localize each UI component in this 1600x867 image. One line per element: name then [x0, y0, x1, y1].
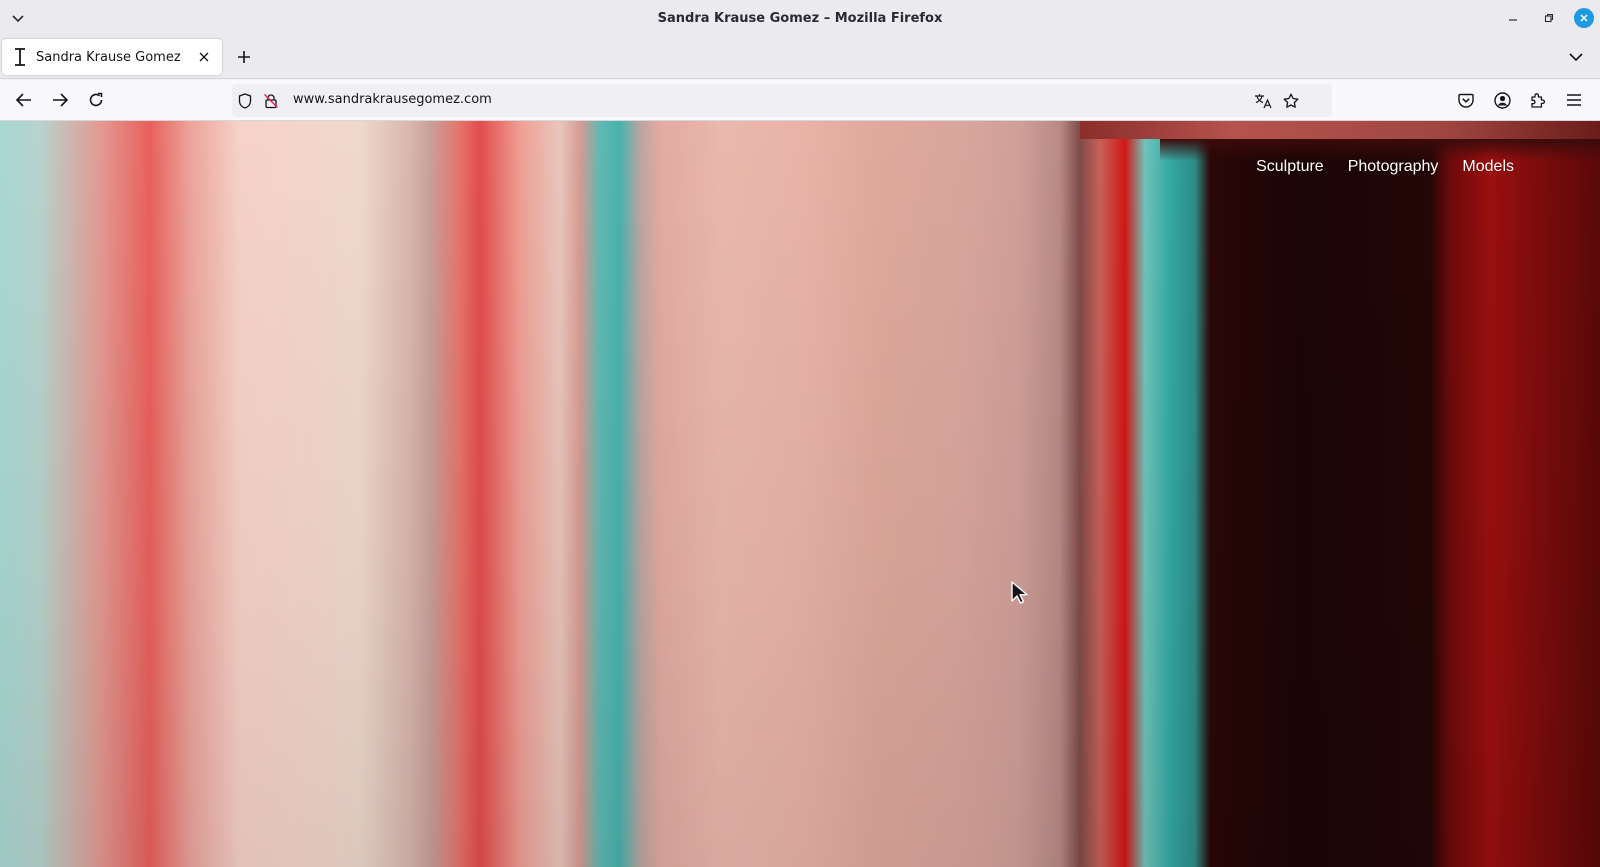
text-cursor-icon — [12, 48, 28, 66]
nav-link-models[interactable]: Models — [1462, 158, 1514, 176]
back-button[interactable] — [10, 86, 38, 114]
mouse-cursor-icon — [1011, 581, 1028, 604]
account-icon — [1493, 91, 1511, 109]
chevron-down-icon — [1569, 53, 1583, 61]
url-text[interactable]: www.sandrakrausegomez.com — [293, 92, 492, 107]
shield-icon[interactable] — [234, 90, 256, 112]
pocket-button[interactable] — [1452, 86, 1480, 114]
close-icon — [1580, 14, 1588, 22]
hamburger-icon — [1567, 94, 1581, 106]
close-window-button[interactable] — [1574, 8, 1594, 28]
restore-button[interactable] — [1538, 7, 1560, 29]
title-bar: Sandra Krause Gomez – Mozilla Firefox — [0, 0, 1600, 37]
list-all-tabs-menu[interactable] — [1564, 45, 1588, 69]
forward-button[interactable] — [46, 86, 74, 114]
minimize-icon — [1509, 19, 1517, 21]
nav-link-photography[interactable]: Photography — [1348, 158, 1439, 176]
reload-icon — [89, 92, 103, 107]
hero-image-shade — [0, 121, 1600, 867]
tab-close-button[interactable] — [192, 45, 216, 69]
lock-icon[interactable] — [260, 90, 282, 112]
star-icon[interactable] — [1280, 90, 1302, 112]
site-navigation: Sculpture Photography Models — [1256, 158, 1514, 176]
navigation-toolbar: www.sandrakrausegomez.com — [0, 80, 1600, 121]
tab-strip: Sandra Krause Gomez — [0, 37, 1600, 79]
back-arrow-icon — [16, 93, 31, 107]
app-menu-button[interactable] — [1560, 86, 1588, 114]
translate-icon[interactable] — [1252, 90, 1274, 112]
url-bar[interactable]: www.sandrakrausegomez.com — [232, 84, 1332, 117]
tab-active[interactable]: Sandra Krause Gomez — [2, 39, 222, 75]
extensions-button[interactable] — [1524, 86, 1552, 114]
pocket-icon — [1458, 93, 1474, 108]
window-title: Sandra Krause Gomez – Mozilla Firefox — [657, 11, 943, 26]
new-tab-button[interactable] — [232, 45, 256, 69]
chevron-down-icon — [12, 15, 24, 23]
window-controls — [1502, 7, 1594, 29]
forward-arrow-icon — [53, 93, 68, 107]
puzzle-icon — [1531, 92, 1545, 108]
restore-icon — [1544, 13, 1554, 23]
list-all-tabs-button[interactable] — [8, 9, 28, 29]
plus-icon — [238, 51, 250, 63]
hero-image: Sculpture Photography Models — [0, 121, 1600, 867]
account-button[interactable] — [1488, 86, 1516, 114]
minimize-button[interactable] — [1502, 7, 1524, 29]
reload-button[interactable] — [82, 86, 110, 114]
nav-link-sculpture[interactable]: Sculpture — [1256, 158, 1324, 176]
close-icon — [199, 52, 209, 62]
tab-label: Sandra Krause Gomez — [36, 49, 181, 65]
